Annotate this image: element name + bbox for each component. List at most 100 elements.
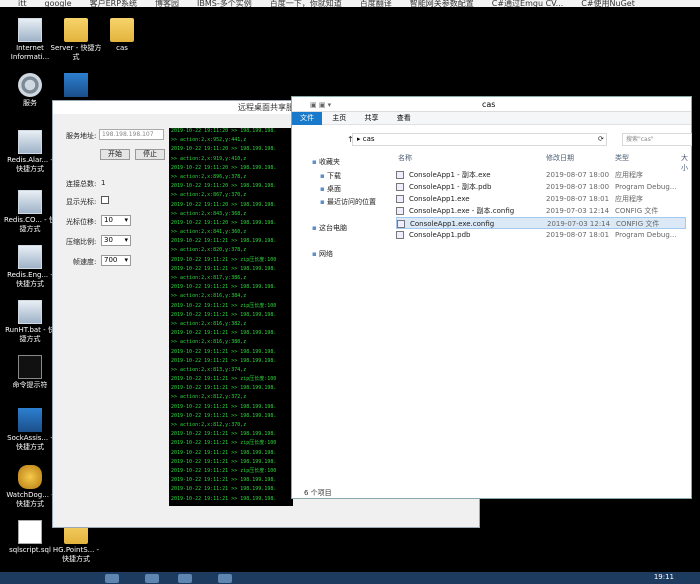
fps-select[interactable]: 700 [101,255,131,266]
taskbar-app-icon[interactable] [105,574,119,583]
explorer-titlebar: ▣ ▣ ▾ cas [292,97,691,112]
nav-item-label: 网络 [318,250,333,258]
desktop-icon: ▪ [320,185,327,193]
nav-item-label: 桌面 [326,185,341,193]
desktop-icon[interactable]: SockAssis... - 快捷方式 [4,408,56,452]
desktop-icon[interactable]: RunHT.bat - 快捷方式 [4,300,56,344]
desktop-icon-label: WatchDog... - 快捷方式 [6,491,54,508]
desktop-icon[interactable]: cas [96,18,148,53]
console-line: 2019-10-22 19:11:21 >> 198.199.198. [171,486,277,493]
server-input[interactable]: 198.198.198.107 [99,129,164,140]
file-row[interactable]: ConsoleApp1 - 副本.exe 2019-08-07 18:00 应用程序 [396,169,686,181]
col-type[interactable]: 类型 [615,153,629,163]
nav-item[interactable]: ▪ 这台电脑 [312,223,347,233]
console-line: >> action:2,x:841,y:360,z [171,229,247,236]
desktop-icon[interactable]: Server - 快捷方式 [50,18,102,62]
gold-icon [18,465,42,489]
bookmark-item[interactable]: 博客园 [155,0,179,7]
file-row[interactable]: ConsoleApp1.exe.config 2019-07-03 12:14 CO… [396,217,686,229]
desktop-icon[interactable]: Redis.Eng... - 快捷方式 [4,245,56,289]
nav-item[interactable]: ▪ 最近访问的位置 [320,197,376,207]
file-row[interactable]: ConsoleApp1.exe 2019-08-07 18:01 应用程序 [396,193,686,205]
cmd-icon [18,355,42,379]
console-line: 2019-10-22 19:11:21 >> 198.199.198. [171,458,277,465]
nav-item[interactable]: ▪ 下载 [320,171,341,181]
bookmark-item[interactable]: 百度一下，你就知道 [270,0,342,7]
desktop-icon[interactable] [50,73,102,99]
desktop-icon[interactable]: 命令提示符 [4,355,56,390]
console-line: >> action:2,x:817,y:386,z [171,275,247,281]
stop-button[interactable]: 停止 [135,149,165,160]
offset-select[interactable]: 10 [101,215,131,226]
taskbar-app-icon[interactable] [145,574,159,583]
tab-file[interactable]: 文件 [292,112,322,125]
console-line: 2019-10-22 19:11:21 >> zip压长度:100 [171,302,277,309]
col-name[interactable]: 名称 [398,153,412,163]
console-line: 2019-10-22 19:11:21 >> 198.199.198. [171,403,277,410]
nav-item-label: 这台电脑 [318,224,347,232]
bookmark-item[interactable]: 智能网关参数配置 [410,0,474,7]
desktop-icon-label: Redis.CO... - 快捷方式 [4,216,56,233]
address-bar[interactable]: ▸ cas [352,133,607,146]
console-line: 2019-10-22 19:11:21 >> 198.199.198. [171,412,277,419]
star-icon: ▪ [312,158,319,166]
file-date: 2019-08-07 18:00 [546,183,610,191]
tab-view[interactable]: 查看 [389,112,419,125]
console-line: 2019-10-22 19:11:20 >> 198.199.198. [171,201,277,208]
desktop-icon[interactable]: sqlscript.sql [4,520,56,555]
start-button[interactable]: 开始 [100,149,130,160]
bookmark-item[interactable]: google [45,0,72,7]
file-date: 2019-08-07 18:00 [546,171,610,179]
download-icon: ▪ [320,172,327,180]
bookmark-item[interactable]: 客户ERP系统 [90,0,137,7]
bookmark-item[interactable]: C#通过Emgu CV... [492,0,563,7]
nav-item-label: 最近访问的位置 [326,198,376,206]
app-icon [18,245,42,269]
desktop-icon-label: Internet Informati... [10,44,50,61]
col-date[interactable]: 修改日期 [546,153,574,163]
nav-item[interactable]: ▪ 网络 [312,249,333,259]
folder-icon [110,18,134,42]
taskbar-app-icon[interactable] [178,574,192,583]
net-icon [18,408,42,432]
desktop-icon[interactable]: WatchDog... - 快捷方式 [4,465,56,509]
console-line: >> action:2,x:812,y:370,z [171,422,247,428]
file-row[interactable]: ConsoleApp1 - 副本.pdb 2019-08-07 18:00 Prog… [396,181,686,193]
bookmark-item[interactable]: itt [18,0,27,7]
console-line: >> action:2,x:867,y:370,z [171,192,247,199]
console-line: >> action:2,x:812,y:372,z [171,394,247,401]
bookmark-item[interactable]: 百度翻译 [360,0,392,7]
taskbar-app-icon[interactable] [218,574,232,583]
app-icon [18,190,42,214]
connections-label: 连接总数: [66,180,97,188]
compress-select[interactable]: 30 [101,235,131,246]
console-line: >> action:2,x:816,y:382,z [171,320,247,327]
quick-access-icons[interactable]: ▣ ▣ ▾ [310,101,331,109]
file-type: 应用程序 [615,171,643,179]
refresh-icon[interactable]: ⟳ [598,135,604,143]
nav-item[interactable]: ▪ 桌面 [320,184,341,194]
file-row[interactable]: ConsoleApp1.exe - 副本.config 2019-07-03 12… [396,205,686,217]
file-icon [396,195,404,203]
bookmark-item[interactable]: C#使用NuGet [581,0,635,7]
desktop-icon-label: SockAssis... - 快捷方式 [7,434,53,451]
console-line: >> action:2,x:820,y:378,z [171,247,247,254]
desktop-icon[interactable]: 服务 [4,73,56,108]
file-row[interactable]: ConsoleApp1.pdb 2019-08-07 18:01 Program D… [396,229,686,241]
bookmark-item[interactable]: IBMS-多个实例 [197,0,252,7]
nav-item[interactable]: ▪ 收藏夹 [312,157,340,167]
search-input[interactable]: 搜索"cas" [622,133,692,146]
console-line: >> action:2,x:813,y:374,z [171,366,247,373]
tab-home[interactable]: 主页 [324,112,354,125]
offset-label: 光标位移: [66,218,97,226]
desktop-icon[interactable]: Redis.CO... - 快捷方式 [4,190,56,234]
desktop-icon[interactable]: Internet Informati... [4,18,56,62]
console-line: 2019-10-22 19:11:21 >> 198.199.198. [171,238,277,245]
cursor-checkbox[interactable] [101,196,109,204]
nav-item-label: 收藏夹 [318,158,340,166]
console-line: 2019-10-22 19:11:21 >> 198.199.198. [171,477,277,484]
desktop-icon[interactable]: Redis.Alar... - 快捷方式 [4,130,56,174]
file-name: ConsoleApp1 - 副本.exe [409,171,491,179]
tab-share[interactable]: 共享 [356,112,386,125]
desktop-icon-label: 服务 [23,99,37,107]
